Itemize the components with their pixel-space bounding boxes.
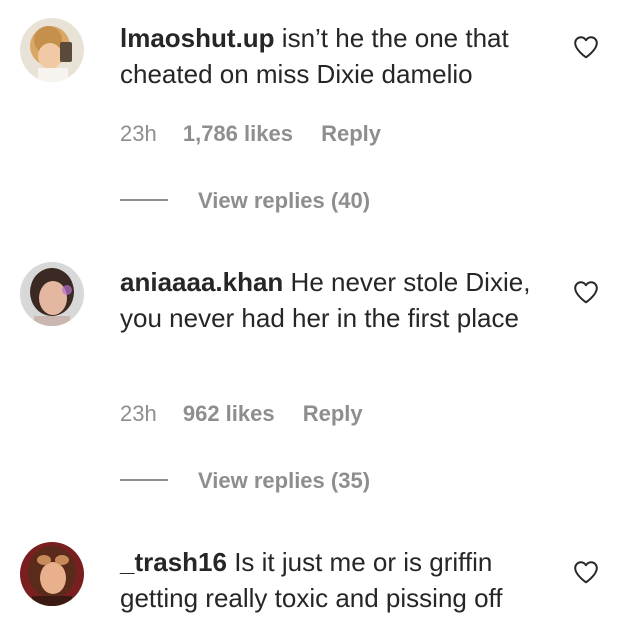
heart-outline-icon[interactable] — [573, 280, 599, 304]
comment-text: _trash16 Is it just me or is griffin get… — [120, 544, 550, 616]
avatar[interactable] — [20, 18, 84, 82]
replies-divider — [120, 199, 168, 202]
avatar-photo-icon — [20, 542, 84, 606]
heart-outline-icon[interactable] — [573, 560, 599, 584]
replies-divider — [120, 479, 168, 482]
comment-username[interactable]: aniaaaa.khan — [120, 267, 283, 297]
comment-timestamp: 23h — [120, 401, 157, 426]
comment-username[interactable]: _trash16 — [120, 547, 227, 577]
comment-likes[interactable]: 962 likes — [183, 401, 275, 426]
comment-username[interactable]: lmaoshut.up — [120, 23, 275, 53]
comment-text: aniaaaa.khan He never stole Dixie, you n… — [120, 264, 550, 336]
comment-text: lmaoshut.up isn’t he the one that cheate… — [120, 20, 550, 92]
avatar-photo-icon — [20, 262, 84, 326]
view-replies-label[interactable]: View replies (35) — [198, 468, 370, 493]
avatar[interactable] — [20, 542, 84, 606]
reply-button[interactable]: Reply — [303, 401, 363, 426]
view-replies-button[interactable]: View replies (35) — [120, 468, 370, 494]
reply-button[interactable]: Reply — [321, 121, 381, 146]
comment-likes[interactable]: 1,786 likes — [183, 121, 293, 146]
comment-meta: 23h 962 likes Reply — [120, 401, 363, 427]
view-replies-button[interactable]: View replies (40) — [120, 188, 370, 214]
comment-timestamp: 23h — [120, 121, 157, 146]
heart-outline-icon[interactable] — [573, 35, 599, 59]
avatar[interactable] — [20, 262, 84, 326]
view-replies-label[interactable]: View replies (40) — [198, 188, 370, 213]
comment-meta: 23h 1,786 likes Reply — [120, 121, 381, 147]
avatar-photo-icon — [20, 18, 84, 82]
